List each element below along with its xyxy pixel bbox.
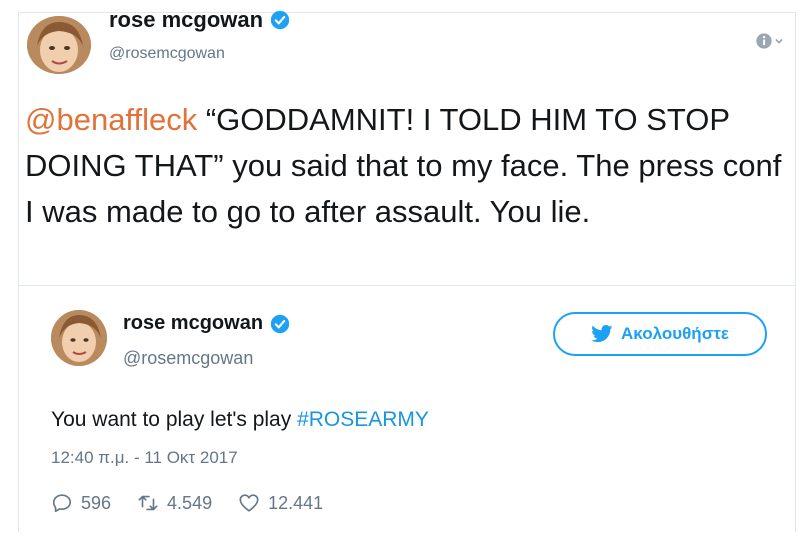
hashtag-link[interactable]: #ROSEARMY: [297, 408, 429, 431]
quoted-author-name-text: rose mcgowan: [123, 312, 264, 334]
quoted-tweet[interactable]: rose mcgowan @rosemcgowan Ακολουθήστε Yo…: [19, 285, 795, 536]
like-button[interactable]: 12.441: [238, 492, 323, 514]
action-bar: 596 4.549 12.441: [51, 492, 323, 514]
quoted-author-name[interactable]: rose mcgowan: [123, 312, 290, 335]
author-name[interactable]: rose mcgowan: [109, 7, 290, 33]
embedded-tweet-card: rose mcgowan @rosemcgowan @benaffleck “G…: [18, 7, 796, 532]
twitter-bird-icon: [591, 325, 613, 343]
like-count: 12.441: [268, 492, 324, 513]
follow-label: Ακολουθήστε: [621, 324, 729, 343]
tweet-body: @benaffleck “GODDAMNIT! I TOLD HIM TO ST…: [25, 97, 785, 235]
timestamp[interactable]: 12:40 π.μ. - 11 Οκτ 2017: [51, 448, 238, 468]
quoted-tweet-text: You want to play let's play: [51, 408, 298, 431]
follow-button[interactable]: Ακολουθήστε: [553, 312, 767, 356]
avatar[interactable]: [27, 16, 91, 74]
avatar-image: [27, 16, 91, 74]
author-name-text: rose mcgowan: [109, 7, 264, 32]
reply-button[interactable]: 596: [51, 492, 111, 514]
retweet-icon: [138, 495, 158, 511]
like-icon: [239, 494, 259, 512]
author-handle[interactable]: @rosemcgowan: [109, 45, 225, 63]
quoted-avatar[interactable]: [51, 310, 107, 366]
info-circle-icon: [756, 33, 772, 49]
chevron-down-icon: [775, 38, 783, 44]
reply-icon: [52, 494, 72, 513]
retweet-count: 4.549: [167, 492, 213, 513]
quoted-author-handle[interactable]: @rosemcgowan: [123, 348, 253, 369]
mention-link[interactable]: @benaffleck: [25, 102, 197, 137]
quoted-tweet-body: You want to play let's play #ROSEARMY: [51, 408, 429, 432]
retweet-button[interactable]: 4.549: [137, 492, 212, 514]
verified-badge-icon: [270, 314, 290, 333]
info-icon[interactable]: [755, 31, 783, 51]
reply-count: 596: [81, 492, 112, 513]
verified-badge-icon: [270, 10, 290, 30]
avatar-image: [51, 310, 107, 366]
